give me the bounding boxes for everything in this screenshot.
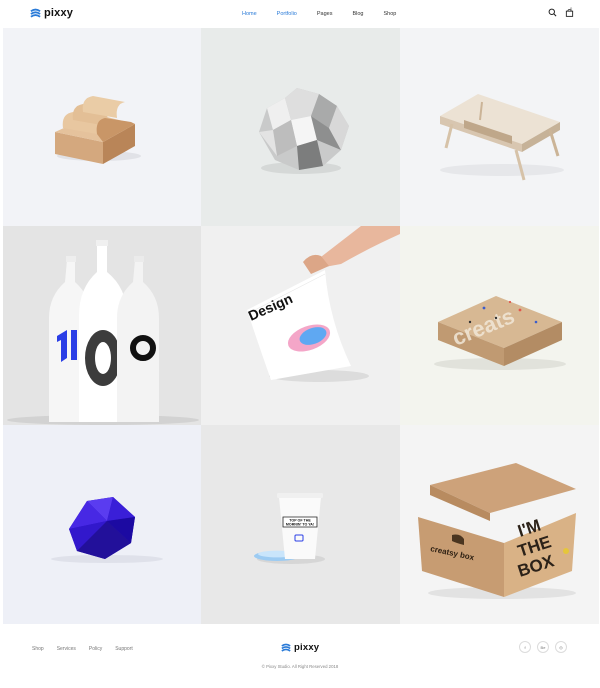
portfolio-item-kraft-box[interactable]: creats [400, 226, 599, 425]
kraft-box-image: creats [434, 296, 566, 370]
crumpled-paper-image [259, 88, 349, 174]
portfolio-grid: Design creats TOP OF THE MORNIN' TO YA! … [3, 28, 600, 624]
copyright-text: © Pixxy Studio. All Right Reserved 2018 [261, 664, 339, 669]
footer-links: Shop Services Policy Support [32, 646, 146, 652]
footer-link-policy[interactable]: Policy [89, 646, 102, 652]
design-poster-image: Design [246, 226, 400, 382]
footer-logo-text: pixxy [294, 642, 320, 653]
blue-polyhedron-image [51, 497, 163, 563]
cardboard-box-image: creatsy box I'M THE BOX [418, 463, 576, 599]
nav-blog[interactable]: Blog [352, 11, 363, 17]
behance-icon[interactable]: Be [537, 641, 549, 653]
footer-link-support[interactable]: Support [115, 646, 133, 652]
portfolio-item-wooden-block[interactable] [3, 28, 201, 226]
logo-icon [30, 8, 41, 17]
footer-logo[interactable]: pixxy [281, 642, 319, 653]
footer-logo-icon [281, 643, 291, 652]
footer-link-services[interactable]: Services [57, 646, 76, 652]
nav-pages[interactable]: Pages [317, 11, 333, 17]
portfolio-item-design-poster[interactable]: Design [201, 226, 400, 425]
footer-link-shop[interactable]: Shop [32, 646, 44, 652]
portfolio-item-blue-polyhedron[interactable] [3, 425, 201, 624]
portfolio-item-white-bottles[interactable] [3, 226, 201, 425]
nav-shop[interactable]: Shop [383, 11, 396, 17]
coffee-table-image [440, 94, 564, 181]
portfolio-item-coffee-table[interactable] [400, 28, 599, 226]
search-icon[interactable] [548, 8, 557, 17]
white-bottles-image [7, 240, 199, 425]
main-nav: Home Portfolio Pages Blog Shop [242, 11, 416, 17]
nav-portfolio[interactable]: Portfolio [277, 11, 297, 17]
nav-home[interactable]: Home [242, 11, 257, 17]
paper-cup-image: TOP OF THE MORNIN' TO YA! [254, 493, 325, 564]
cup-text-line-2: MORNIN' TO YA! [286, 523, 314, 527]
logo[interactable]: pixxy [30, 7, 73, 19]
site-footer: Shop Services Policy Support pixxy f Be … [0, 624, 600, 688]
instagram-icon[interactable]: ◎ [555, 641, 567, 653]
portfolio-item-crumpled-paper[interactable] [201, 28, 400, 226]
portfolio-item-paper-cup[interactable]: TOP OF THE MORNIN' TO YA! [201, 425, 400, 624]
wooden-block-image [55, 96, 141, 164]
social-links: f Be ◎ [519, 641, 567, 653]
facebook-icon[interactable]: f [519, 641, 531, 653]
cart-count-badge: 0 [570, 6, 573, 11]
portfolio-item-cardboard-box[interactable]: creatsy box I'M THE BOX [400, 425, 599, 624]
site-header: pixxy Home Portfolio Pages Blog Shop 0 [0, 0, 600, 28]
logo-text: pixxy [44, 7, 74, 19]
